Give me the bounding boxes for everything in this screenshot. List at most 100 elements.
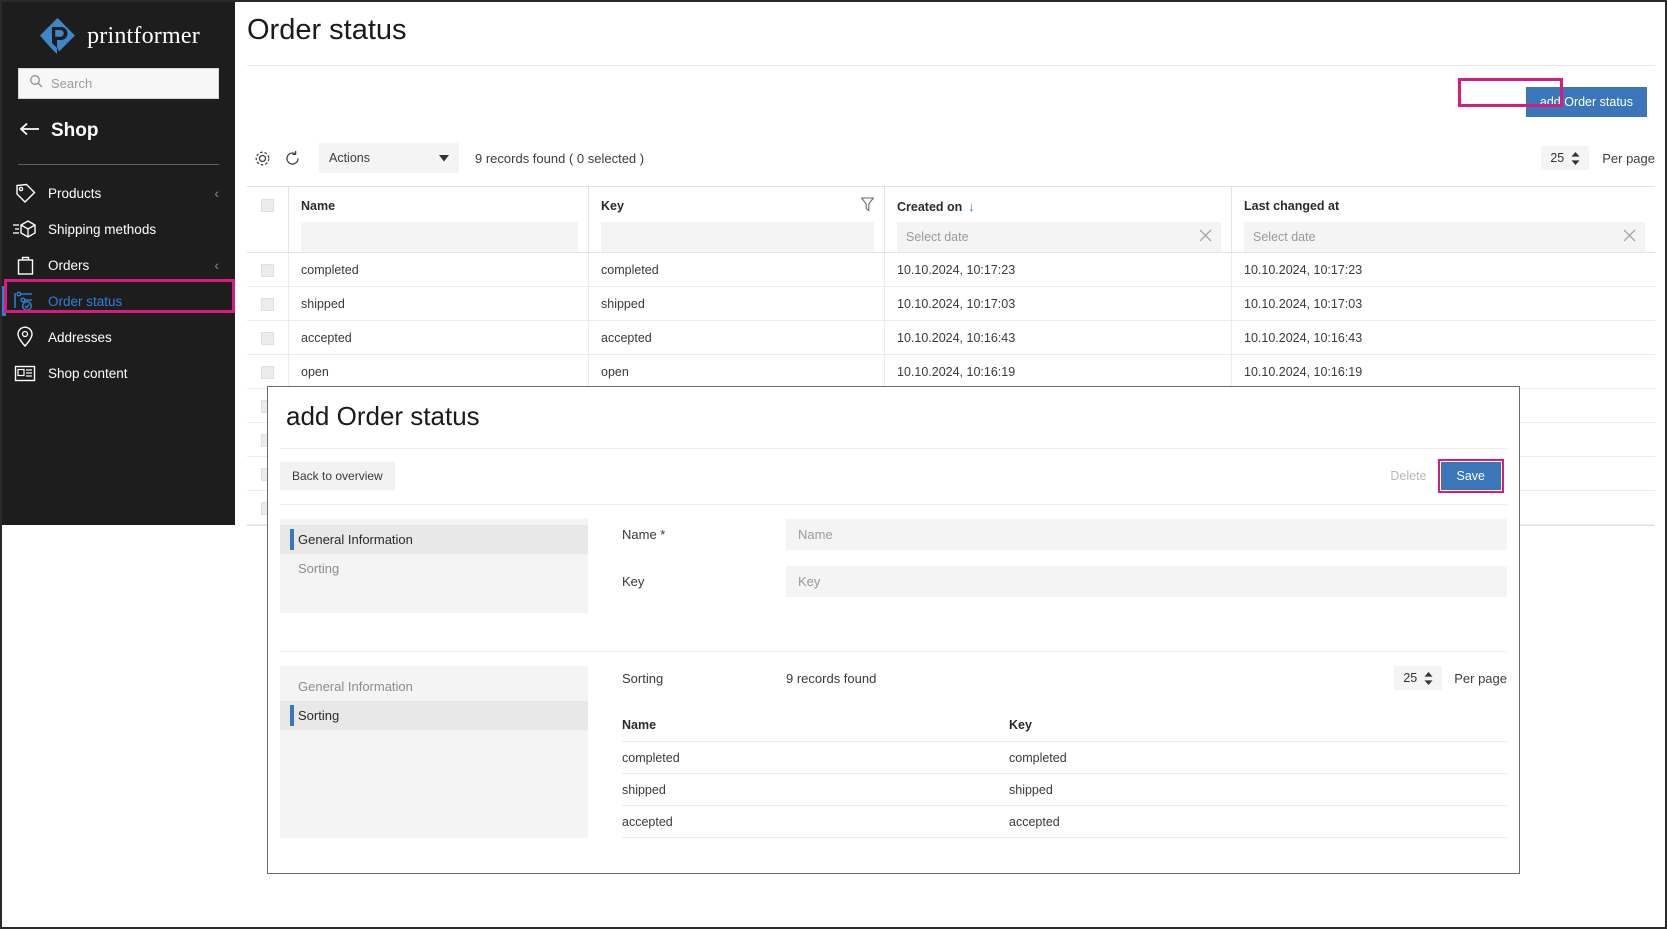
sorting-panel: General Information Sorting Sorting 9 re… (268, 652, 1519, 838)
row-select-cell[interactable] (247, 355, 289, 389)
column-header-last-changed-at[interactable]: Last changed at Select date (1232, 187, 1655, 252)
general-form: Name * Key (588, 519, 1507, 613)
form-row-name: Name * (622, 519, 1507, 550)
sidebar: printformer Shop Products ‹ (2, 2, 235, 525)
actions-label: Actions (329, 151, 370, 165)
sorting-per-page-stepper[interactable]: 25 (1394, 666, 1442, 690)
sorting-table-row[interactable]: completed completed (622, 742, 1507, 774)
delete-button: Delete (1380, 462, 1436, 490)
actions-dropdown[interactable]: Actions (319, 143, 459, 173)
sidebar-item-shipping-methods[interactable]: Shipping methods (2, 211, 235, 247)
tab-sorting[interactable]: Sorting (280, 554, 588, 583)
active-indicator (2, 286, 6, 316)
sorting-table-row[interactable]: shipped shipped (622, 774, 1507, 806)
sidebar-nav: Products ‹ Shipping methods Orders ‹ (2, 175, 235, 391)
sorting-panel-tabs: General Information Sorting (280, 666, 588, 838)
sidebar-item-addresses[interactable]: Addresses (2, 319, 235, 355)
row-checkbox[interactable] (261, 264, 274, 277)
sidebar-item-label: Shop content (48, 366, 219, 381)
sorting-column-key: Key (1009, 718, 1032, 732)
column-title: Name (301, 199, 335, 213)
row-select-cell[interactable] (247, 253, 289, 287)
sort-desc-icon[interactable]: ↓ (968, 199, 975, 214)
filter-last-changed[interactable]: Select date (1244, 222, 1645, 252)
name-input[interactable] (786, 519, 1507, 550)
tab-sorting[interactable]: Sorting (280, 701, 588, 730)
sorting-column-name: Name (622, 718, 1009, 732)
cell-name: accepted (622, 815, 1009, 829)
column-header-key[interactable]: Key (589, 187, 885, 252)
sidebar-search[interactable] (18, 68, 219, 99)
sidebar-item-order-status[interactable]: Order status (2, 283, 235, 319)
sorting-table: Name Key completed completed shipped shi… (622, 718, 1507, 838)
filter-key[interactable] (601, 222, 874, 252)
arrow-left-icon (20, 120, 40, 142)
sidebar-item-shop-content[interactable]: Shop content (2, 355, 235, 391)
refresh-icon[interactable] (277, 143, 307, 173)
sorting-table-row[interactable]: accepted accepted (622, 806, 1507, 838)
tag-icon (12, 182, 38, 204)
bag-icon (12, 254, 38, 276)
stepper-arrows-icon (1571, 152, 1580, 165)
select-all-header[interactable] (247, 187, 289, 252)
content-icon (12, 362, 38, 384)
clear-icon[interactable] (1623, 229, 1636, 245)
save-button[interactable]: Save (1441, 462, 1502, 490)
column-header-name[interactable]: Name (289, 187, 589, 252)
sorting-section-label: Sorting (622, 671, 786, 686)
name-label: Name * (622, 527, 786, 542)
back-to-shop[interactable]: Shop (20, 120, 235, 142)
cell-name: shipped (289, 287, 589, 321)
table-row[interactable]: shipped shipped 10.10.2024, 10:17:03 10.… (247, 287, 1655, 321)
per-page-stepper[interactable]: 25 (1541, 146, 1589, 170)
search-input[interactable] (51, 76, 208, 91)
table-row[interactable]: accepted accepted 10.10.2024, 10:16:43 1… (247, 321, 1655, 355)
key-input[interactable] (786, 566, 1507, 597)
table-toolbar: Actions 9 records found ( 0 selected ) 2… (247, 142, 1655, 174)
page-title: Order status (235, 2, 1665, 47)
sidebar-item-orders[interactable]: Orders ‹ (2, 247, 235, 283)
sorting-header-row: Sorting 9 records found 25 Per page (622, 666, 1507, 690)
row-checkbox[interactable] (261, 366, 274, 379)
filter-created-on[interactable]: Select date (897, 222, 1221, 252)
sorting-form: Sorting 9 records found 25 Per page (588, 666, 1507, 838)
tab-general-information[interactable]: General Information (280, 525, 588, 554)
row-select-cell[interactable] (247, 321, 289, 355)
clear-icon[interactable] (1199, 229, 1212, 245)
sidebar-item-label: Products (48, 186, 214, 201)
row-select-cell[interactable] (247, 287, 289, 321)
printformer-logo-icon (37, 16, 78, 57)
add-order-status-button[interactable]: add Order status (1526, 87, 1647, 117)
select-all-checkbox[interactable] (261, 199, 274, 212)
chevron-down-icon (439, 151, 449, 165)
sidebar-item-label: Addresses (48, 330, 219, 345)
sidebar-item-products[interactable]: Products ‹ (2, 175, 235, 211)
form-row-key: Key (622, 566, 1507, 597)
key-label: Key (622, 574, 786, 589)
cell-key: completed (1009, 751, 1067, 765)
row-checkbox[interactable] (261, 298, 274, 311)
row-checkbox[interactable] (261, 332, 274, 345)
records-found-text: 9 records found ( 0 selected ) (475, 151, 644, 166)
table-header-row: Name Key Created on↓ (247, 187, 1655, 253)
sorting-records-found: 9 records found (786, 671, 876, 686)
filter-name[interactable] (301, 222, 578, 252)
column-header-created-on[interactable]: Created on↓ Select date (885, 187, 1232, 252)
column-title: Last changed at (1244, 199, 1339, 213)
cell-created-on: 10.10.2024, 10:16:19 (885, 355, 1232, 389)
tab-general-information[interactable]: General Information (280, 672, 588, 701)
gear-icon[interactable] (247, 143, 277, 173)
filter-funnel-icon[interactable] (861, 197, 874, 215)
chevron-left-icon: ‹ (214, 257, 219, 273)
sidebar-item-label: Orders (48, 258, 214, 273)
cell-last-changed: 10.10.2024, 10:17:03 (1232, 287, 1655, 321)
brand-logo[interactable]: printformer (2, 2, 235, 64)
back-to-overview-button[interactable]: Back to overview (280, 462, 395, 490)
table-row[interactable]: completed completed 10.10.2024, 10:17:23… (247, 253, 1655, 287)
cell-key: shipped (1009, 783, 1053, 797)
cell-name: open (289, 355, 589, 389)
table-row[interactable]: open open 10.10.2024, 10:16:19 10.10.202… (247, 355, 1655, 389)
search-icon (29, 74, 43, 93)
per-page-value: 25 (1550, 151, 1564, 165)
chevron-left-icon: ‹ (214, 185, 219, 201)
